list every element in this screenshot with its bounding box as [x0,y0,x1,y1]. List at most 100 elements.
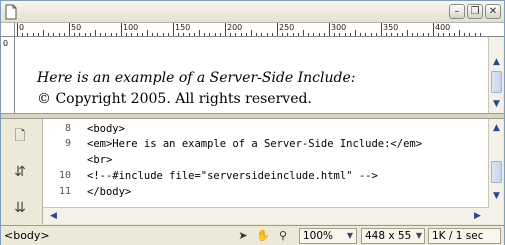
ruler-tick [277,23,278,36]
ruler-tick [204,33,206,36]
tag-selector[interactable]: <body> [4,229,50,242]
ruler-tick [360,33,362,36]
ruler-tick [173,23,174,36]
ruler-tick [17,23,18,36]
code-line: <em>Here is an example of a Server-Side … [87,138,423,150]
scroll-up-arrow[interactable]: ▲ [490,55,503,69]
ruler-tick [193,33,195,36]
ruler-tick [188,33,190,36]
window-size-value: 448 x 55 [365,230,412,242]
ruler-tick [131,33,133,36]
ruler-tick [63,33,65,36]
ruler-tick [370,33,372,36]
ruler-tick [147,30,148,36]
ruler-tick [43,30,44,36]
ruler-tick [84,33,86,36]
ruler-tick [225,23,226,36]
close-button[interactable]: ✕ [485,4,501,19]
design-copyright-text: © Copyright 2005. All rights reserved. [37,91,312,107]
chevron-down-icon: ▼ [346,231,353,240]
scroll-left-arrow[interactable]: ◀ [47,209,60,223]
ruler-tick [323,33,325,36]
ruler-tick [58,33,60,36]
vertical-ruler: 0 [1,37,15,113]
code-line: <br> [87,154,113,166]
page-icon[interactable]: 🗋 [11,127,29,145]
ruler-tick [209,33,211,36]
code-horizontal-scrollbar[interactable]: ◀ ▶ [43,207,489,224]
ruler-label: 150 [175,23,191,32]
scroll-down-arrow[interactable]: ▼ [490,97,503,111]
ruler-tick [433,23,434,36]
ruler-tick [110,33,112,36]
ruler-tick [407,30,408,36]
ruler-tick [401,33,403,36]
line-number: 10 [58,170,71,181]
ruler-tick [121,23,122,36]
ruler-tick [256,33,258,36]
ruler-tick [448,33,450,36]
chevron-down-icon: ▼ [415,231,422,240]
ruler-tick [178,33,180,36]
code-vertical-scrollbar[interactable]: ▲ ▼ [488,119,503,224]
ruler-tick [22,33,24,36]
ruler-tick [240,33,242,36]
ruler-label: 300 [331,23,347,32]
scroll-thumb[interactable] [491,71,502,93]
window-size-select[interactable]: 448 x 55 ▼ [361,228,425,244]
zoom-select[interactable]: 100% ▼ [299,228,357,244]
code-line: <body> [87,123,125,135]
ruler-tick [27,33,29,36]
ruler-tick [157,33,159,36]
scroll-right-arrow[interactable]: ▶ [471,209,484,223]
download-size: 1K / 1 sec [428,228,501,244]
minimize-button[interactable]: – [449,4,465,19]
ruler-tick [251,30,252,36]
expand-icon[interactable]: ⇵ [11,163,29,181]
ruler-tick [105,33,107,36]
vertical-ruler-label: 0 [3,39,9,48]
code-view[interactable]: <body> <em>Here is an example of a Serve… [77,119,489,207]
ruler-tick [459,30,460,36]
hand-tool-icon[interactable]: ✋ [255,228,271,243]
ruler-tick [344,33,346,36]
title-bar: – ❐ ✕ [1,1,504,23]
zoom-tool-icon[interactable]: ⚲ [275,228,291,243]
zoom-value: 100% [303,230,334,242]
collapse-icon[interactable]: ⇊ [11,199,29,217]
ruler-tick [282,33,284,36]
ruler-tick [167,33,169,36]
ruler-tick [287,33,289,36]
design-emphasis-text: Here is an example of a Server-Side Incl… [37,70,356,86]
scroll-up-arrow[interactable]: ▲ [490,121,503,135]
scroll-down-arrow[interactable]: ▼ [490,189,503,203]
ruler-tick [339,33,341,36]
ruler-tick [349,33,351,36]
ruler-tick [365,33,367,36]
download-value: 1K / 1 sec [432,230,484,242]
ruler-tick [266,33,268,36]
ruler-tick [438,33,440,36]
design-vertical-scrollbar[interactable]: ▲ ▼ [488,37,503,113]
ruler-tick [396,33,398,36]
ruler-tick [95,30,96,36]
pointer-tool-icon[interactable]: ➤ [235,228,251,243]
status-tools: ➤ ✋ ⚲ [235,228,291,243]
ruler-tick [74,33,76,36]
ruler-tick [235,33,237,36]
ruler-tick [381,23,382,36]
ruler-tick [318,33,320,36]
ruler-label: 250 [279,23,295,32]
scroll-thumb[interactable] [491,161,502,183]
design-view[interactable]: Here is an example of a Server-Side Incl… [15,37,489,113]
line-number: 8 [64,123,71,134]
ruler-tick [245,33,247,36]
ruler-tick [427,33,429,36]
ruler-tick [417,33,419,36]
ruler-tick [214,33,216,36]
window-controls: – ❐ ✕ [449,4,501,19]
restore-button[interactable]: ❐ [467,4,483,19]
ruler-tick [37,33,39,36]
ruler-tick [391,33,393,36]
ruler-tick [126,33,128,36]
